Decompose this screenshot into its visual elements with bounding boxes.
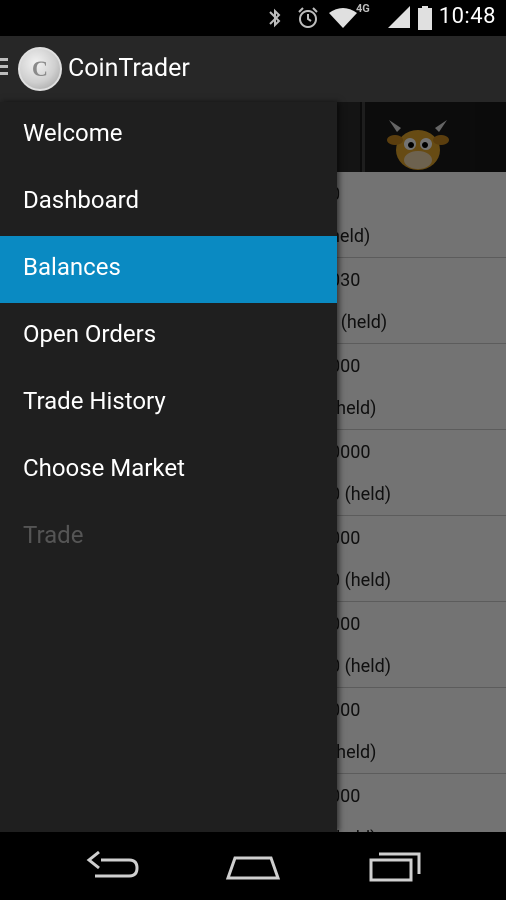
app-logo[interactable]: C <box>18 47 62 91</box>
bluetooth-icon <box>269 8 281 28</box>
drawer-item-label: Open Orders <box>23 320 157 348</box>
drawer-item-trade-history[interactable]: Trade History <box>0 370 337 437</box>
alarm-icon <box>298 7 318 28</box>
battery-icon <box>418 6 432 30</box>
home-icon[interactable] <box>223 846 283 886</box>
clock-time: 10:48 <box>438 4 496 29</box>
drawer-item-trade: Trade <box>0 504 337 571</box>
network-type-label: 4G <box>356 2 370 15</box>
drawer-item-label: Dashboard <box>23 186 140 214</box>
drawer-item-open-orders[interactable]: Open Orders <box>0 303 337 370</box>
action-bar: C CoinTrader <box>0 36 506 102</box>
drawer-item-balances[interactable]: Balances <box>0 236 337 303</box>
wifi-icon <box>329 8 357 28</box>
status-bar: 4G 10:48 <box>0 0 506 36</box>
drawer-item-label: Welcome <box>23 119 123 147</box>
back-icon[interactable] <box>83 846 143 886</box>
drawer-item-choose-market[interactable]: Choose Market <box>0 437 337 504</box>
drawer-item-label: Balances <box>23 253 121 281</box>
drawer-item-welcome[interactable]: Welcome <box>0 102 337 169</box>
system-nav-bar <box>0 832 506 900</box>
drawer-toggle-icon[interactable] <box>0 58 8 80</box>
drawer-item-dashboard[interactable]: Dashboard <box>0 169 337 236</box>
navigation-drawer: Welcome Dashboard Balances Open Orders Trade… <box>0 102 337 832</box>
drawer-item-label: Trade <box>23 521 84 549</box>
drawer-item-label: Choose Market <box>23 454 185 482</box>
app-title: CoinTrader <box>68 54 190 83</box>
drawer-item-label: Trade History <box>23 387 166 415</box>
signal-icon <box>388 6 410 28</box>
recent-apps-icon[interactable] <box>365 846 425 886</box>
